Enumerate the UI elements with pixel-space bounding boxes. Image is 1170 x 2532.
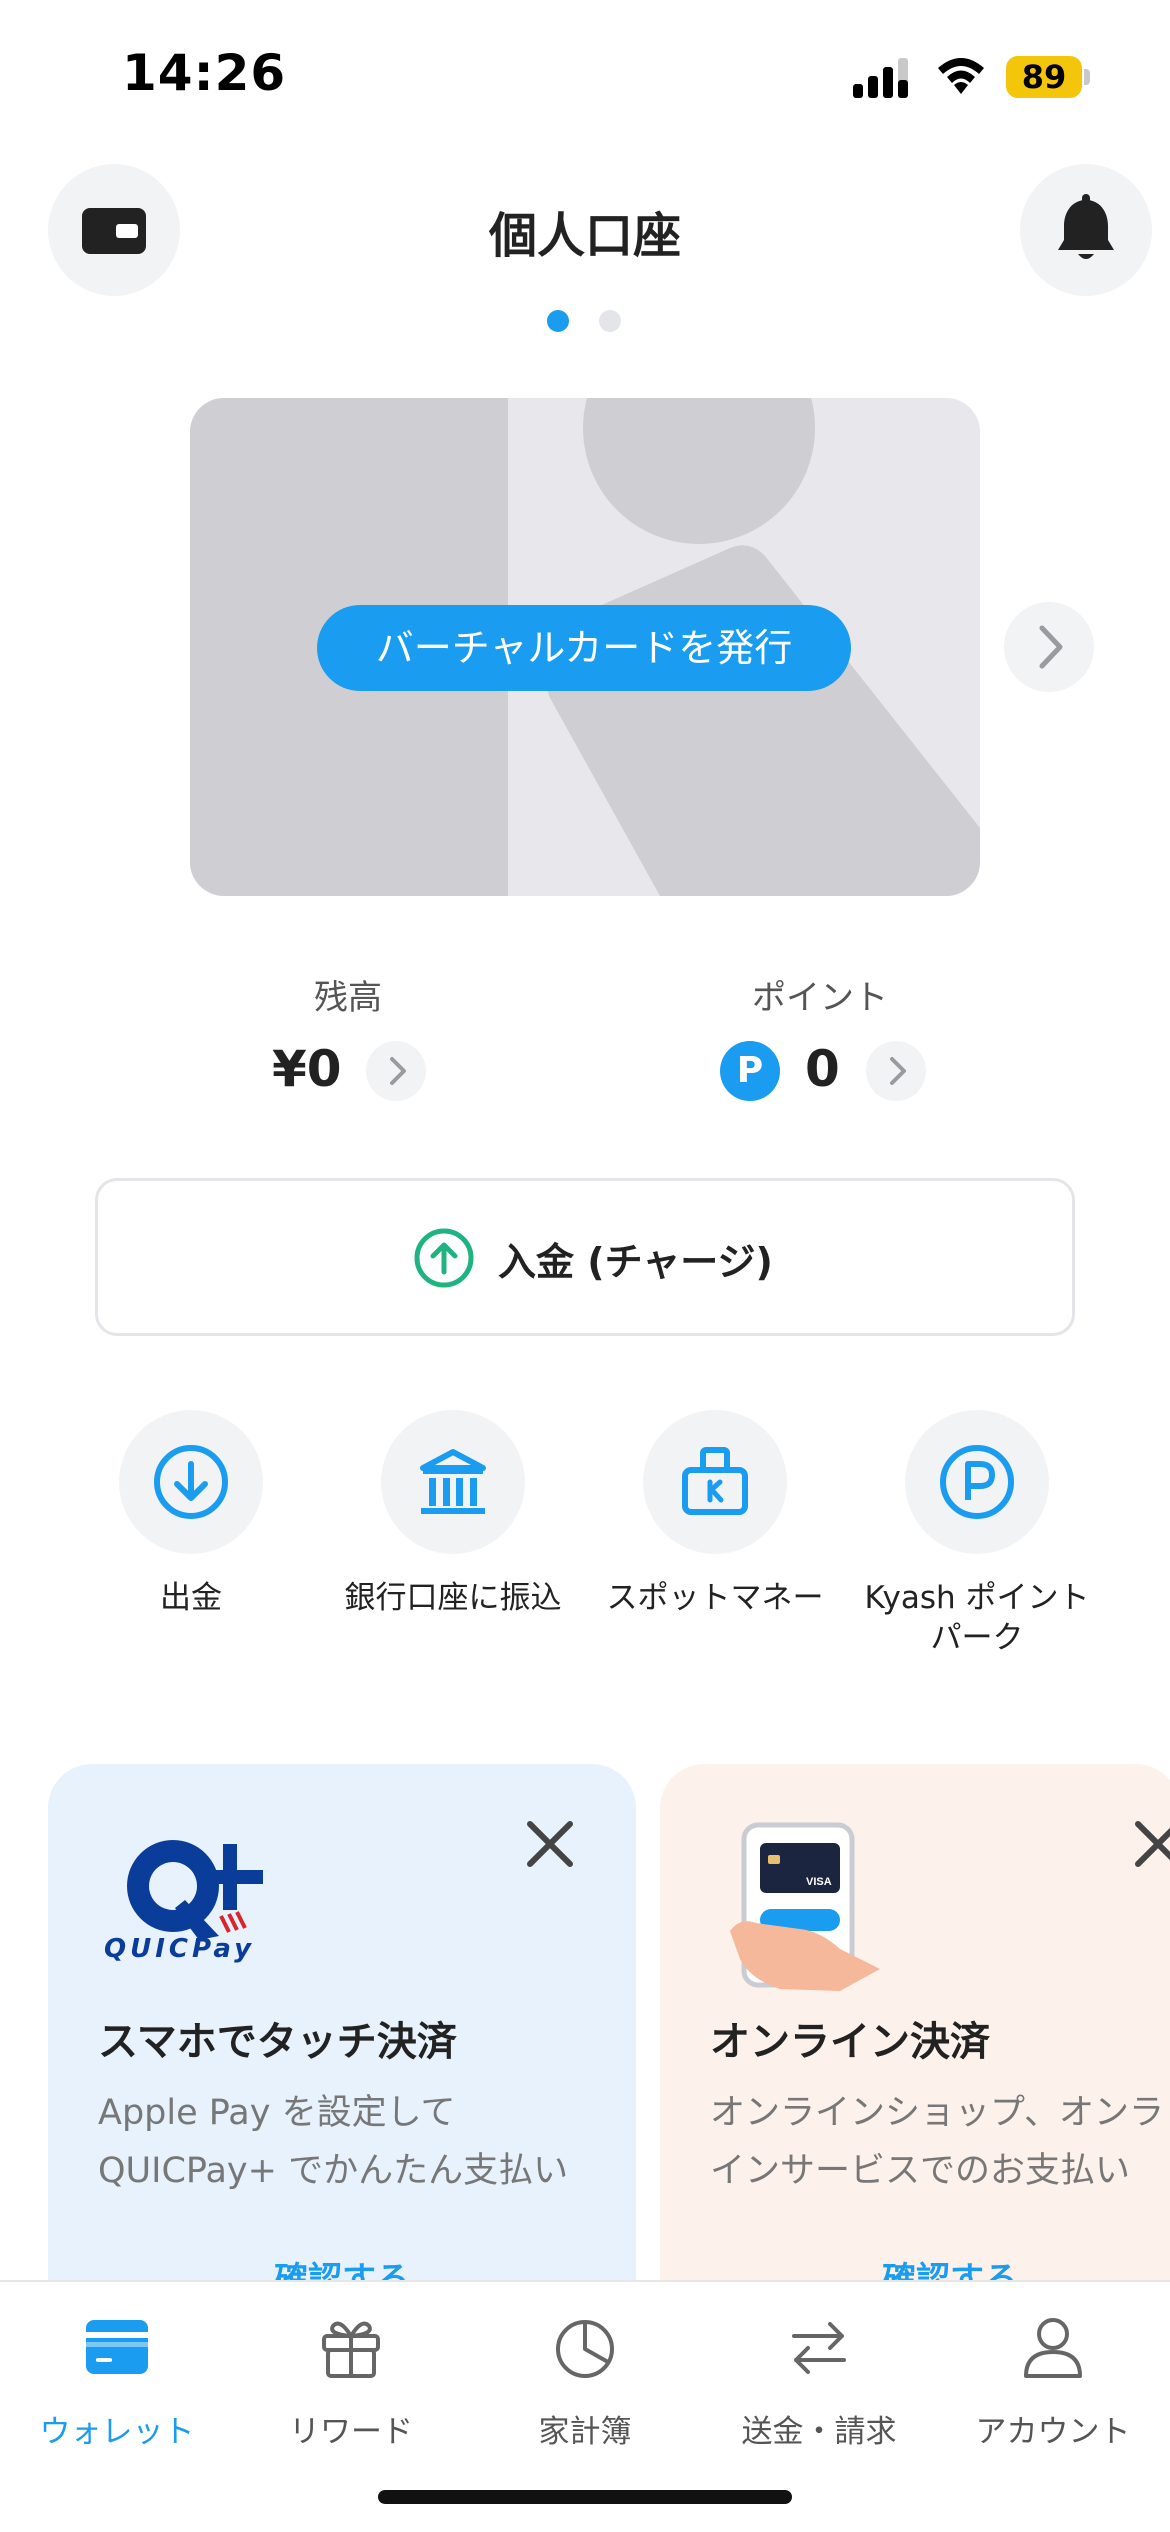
bell-icon: [1058, 194, 1114, 259]
promo-description: Apple Pay を設定して QUICPay+ でかんたん支払い: [98, 2084, 568, 2200]
status-time: 14:26: [122, 44, 287, 102]
gift-icon: [322, 2321, 380, 2378]
tab-label: リワード: [289, 2414, 413, 2450]
tab-label: 送金・請求: [741, 2414, 897, 2450]
issue-virtual-card-button[interactable]: バーチャルカードを発行: [317, 605, 851, 691]
spot-money-icon: [682, 1447, 748, 1515]
page-indicator[interactable]: [599, 310, 621, 332]
balance-detail-button[interactable]: [366, 1041, 426, 1101]
promo-description-line: Apple Pay を設定して: [98, 2093, 456, 2133]
svg-text:VISA: VISA: [806, 1876, 832, 1888]
status-bar: 14:26 89: [0, 0, 1170, 150]
quick-action-spot-money[interactable]: スポットマネー: [584, 1410, 846, 1670]
wallet-tab-icon: [86, 2320, 148, 2374]
deposit-label: 入金 (チャージ): [498, 1240, 773, 1284]
balance-label: 残高: [314, 978, 382, 1018]
wifi-icon: [938, 58, 984, 94]
points-label: ポイント: [752, 978, 888, 1018]
promo-title: オンライン決済: [710, 2019, 990, 2065]
chevron-right-icon: [890, 1057, 906, 1085]
point-park-icon: [940, 1445, 1014, 1519]
next-card-button[interactable]: [1004, 602, 1094, 692]
notifications-button[interactable]: [1020, 164, 1152, 296]
battery-level: 89: [1021, 58, 1067, 96]
tab-household-budget[interactable]: 家計簿: [468, 2312, 702, 2452]
balance-value[interactable]: ¥0: [272, 1040, 342, 1098]
quicpay-logo-text: QUICPay: [104, 1934, 256, 1964]
points-detail-button[interactable]: [866, 1041, 926, 1101]
chevron-right-icon: [1039, 625, 1063, 669]
tab-send-request[interactable]: 送金・請求: [702, 2312, 936, 2452]
home-indicator[interactable]: [378, 2490, 792, 2504]
battery-icon: 89: [1006, 56, 1090, 98]
arrow-up-circle-icon: [414, 1228, 474, 1288]
person-icon: [1024, 2318, 1082, 2378]
pie-chart-icon: [556, 2320, 614, 2378]
promo-description: オンラインショップ、オンラ インサービスでのお支払い: [710, 2084, 1164, 2200]
transfer-icon: [792, 2322, 846, 2374]
quick-action-label-line: パーク: [930, 1620, 1024, 1656]
quick-action-point-park[interactable]: Kyash ポイント パーク: [846, 1410, 1108, 1670]
point-icon: P: [720, 1041, 780, 1101]
withdraw-icon: [154, 1445, 228, 1519]
page-indicator-active[interactable]: [547, 310, 569, 332]
tab-rewards[interactable]: リワード: [234, 2312, 468, 2452]
quick-action-label: 出金: [160, 1580, 222, 1616]
promo-title: スマホでタッチ決済: [98, 2019, 457, 2065]
page-title: 個人口座: [488, 208, 681, 264]
chevron-right-icon: [390, 1057, 406, 1085]
tab-account[interactable]: アカウント: [936, 2312, 1170, 2452]
quick-action-label: Kyash ポイント パーク: [836, 1578, 1118, 1658]
quick-action-label: 銀行口座に振込: [344, 1580, 562, 1616]
phone-card-illustration: VISA: [730, 1822, 880, 1991]
tab-wallet[interactable]: ウォレット: [0, 2312, 234, 2452]
quick-action-label: スポットマネー: [606, 1580, 824, 1616]
promo-description-line: QUICPay+ でかんたん支払い: [98, 2151, 569, 2191]
points-value[interactable]: 0: [805, 1040, 840, 1098]
tab-label: ウォレット: [39, 2414, 195, 2450]
cellular-signal-icon: [853, 58, 908, 98]
promo-card-quicpay[interactable]: QUICPay スマホでタッチ決済 Apple Pay を設定して QUICPa…: [48, 1764, 636, 2284]
promo-description-line: オンラインショップ、オンラ: [710, 2093, 1164, 2133]
quick-action-label-line: Kyash ポイント: [864, 1580, 1090, 1616]
quick-action-withdraw[interactable]: 出金: [60, 1410, 322, 1670]
promo-card-online-payment[interactable]: VISA オンライン決済 オンラインショップ、オンラ インサービスでのお支払い …: [660, 1764, 1170, 2284]
bank-icon: [420, 1449, 486, 1514]
close-icon[interactable]: [1128, 1814, 1170, 1874]
deposit-button[interactable]: 入金 (チャージ): [95, 1178, 1075, 1336]
promo-description-line: インサービスでのお支払い: [710, 2151, 1131, 2191]
tab-label: アカウント: [975, 2414, 1131, 2450]
tab-label: 家計簿: [538, 2414, 632, 2450]
close-icon[interactable]: [520, 1814, 580, 1874]
quick-action-bank-transfer[interactable]: 銀行口座に振込: [322, 1410, 584, 1670]
